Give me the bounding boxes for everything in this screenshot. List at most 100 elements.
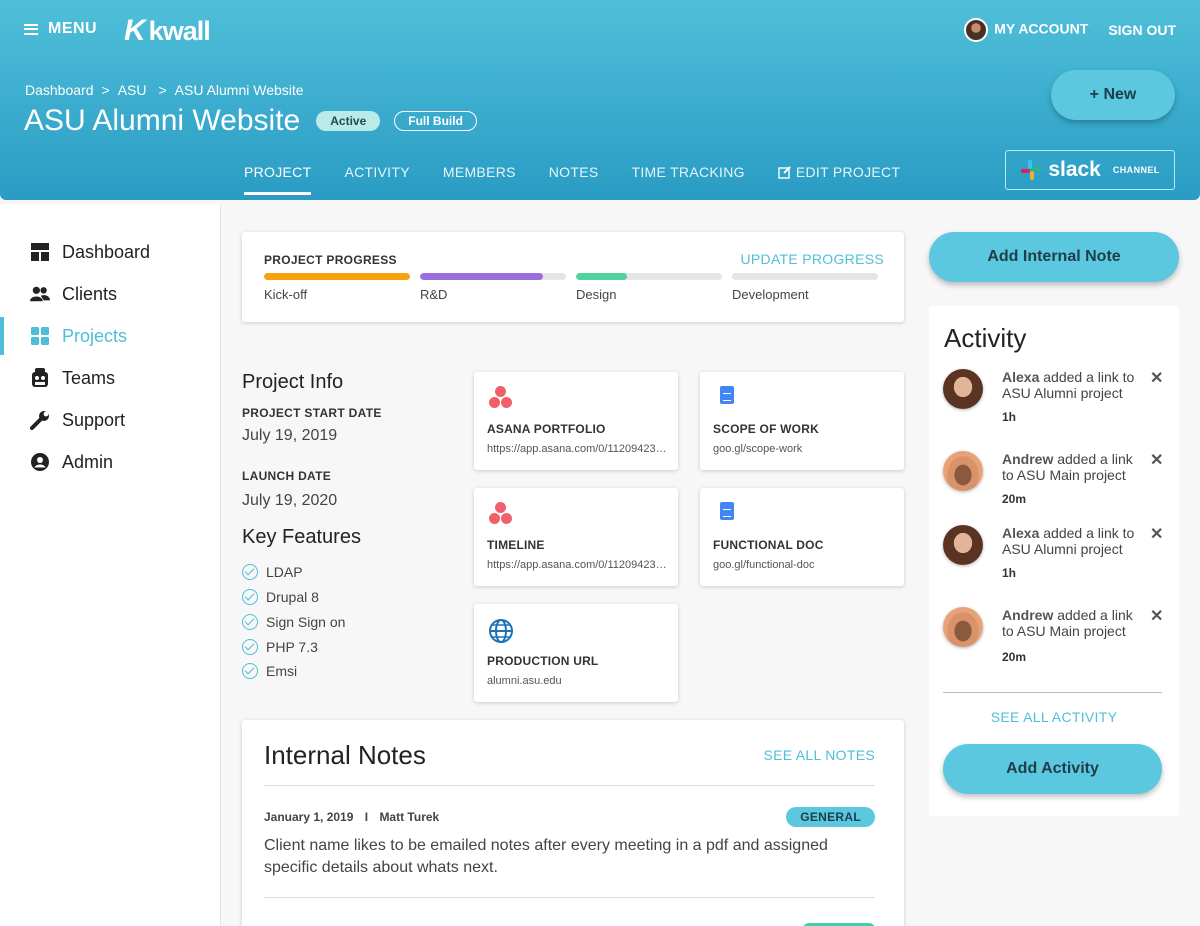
hamburger-icon — [24, 23, 38, 35]
kwall-logo[interactable]: K kwall — [124, 14, 211, 48]
progress-stage: R&D — [420, 273, 566, 302]
my-account-label: MY ACCOUNT — [994, 20, 1089, 37]
feature-label: Sign Sign on — [266, 614, 346, 630]
build-type-badge: Full Build — [394, 111, 477, 131]
account-area: MY ACCOUNT SIGN OUT — [964, 18, 1176, 42]
breadcrumb-separator: > — [101, 82, 110, 98]
account-avatar — [964, 18, 989, 42]
progress-stage: Kick-off — [264, 273, 410, 302]
tab-project[interactable]: PROJECT — [244, 164, 312, 195]
note-author: Matt Turek — [379, 810, 440, 824]
stage-label: Development — [732, 287, 809, 302]
menu-button[interactable]: MENU — [24, 20, 97, 38]
sidebar-item-dashboard[interactable]: Dashboard — [0, 233, 221, 271]
update-progress-link[interactable]: UPDATE PROGRESS — [741, 251, 885, 267]
progress-label: PROJECT PROGRESS — [264, 253, 397, 267]
link-title: TIMELINE — [487, 538, 545, 552]
slack-channel-label: CHANNEL — [1112, 165, 1160, 175]
link-url[interactable]: https://app.asana.com/0/1120942312 — [487, 443, 667, 455]
link-url[interactable]: goo.gl/functional-doc — [713, 559, 893, 571]
close-icon[interactable]: ✕ — [1150, 368, 1163, 388]
avatar[interactable] — [943, 607, 983, 647]
activity-user[interactable]: Andrew — [1002, 607, 1053, 623]
tab-members[interactable]: MEMBERS — [443, 164, 516, 195]
feature-item: PHP 7.3 — [242, 639, 318, 655]
my-account-link[interactable]: MY ACCOUNT — [964, 18, 1088, 42]
close-icon[interactable]: ✕ — [1150, 524, 1163, 544]
breadcrumb-asu[interactable]: ASU — [118, 82, 147, 98]
sign-out-link[interactable]: SIGN OUT — [1108, 22, 1176, 38]
stage-label: R&D — [420, 287, 448, 302]
start-date-value: July 19, 2019 — [242, 427, 338, 444]
add-internal-note-button[interactable]: Add Internal Note — [929, 232, 1179, 282]
breadcrumb-separator: > — [158, 82, 167, 98]
link-card-asana-portfolio[interactable]: ASANA PORTFOLIO https://app.asana.com/0/… — [474, 372, 678, 470]
activity-user[interactable]: Alexa — [1002, 369, 1039, 385]
sidebar-item-label: Clients — [62, 283, 118, 304]
link-url[interactable]: alumni.asu.edu — [487, 675, 667, 687]
tab-activity[interactable]: ACTIVITY — [344, 164, 409, 195]
see-all-activity-link[interactable]: SEE ALL ACTIVITY — [929, 709, 1179, 725]
activity-time: 1h — [1002, 566, 1017, 580]
slack-channel-button[interactable]: slack CHANNEL — [1005, 150, 1175, 190]
tab-time-tracking[interactable]: TIME TRACKING — [632, 164, 745, 195]
avatar[interactable] — [943, 369, 983, 409]
sidebar-item-projects[interactable]: Projects — [0, 317, 221, 355]
progress-track — [732, 273, 878, 280]
new-button[interactable]: + New — [1051, 70, 1175, 120]
feature-label: Emsi — [266, 663, 298, 679]
activity-title: Activity — [944, 323, 1027, 353]
sidebar-item-support[interactable]: Support — [0, 401, 221, 439]
link-url[interactable]: goo.gl/scope-work — [713, 443, 893, 455]
link-title: ASANA PORTFOLIO — [487, 422, 606, 436]
progress-track — [264, 273, 410, 280]
sidebar-item-clients[interactable]: Clients — [0, 275, 221, 313]
progress-fill — [576, 273, 628, 280]
link-card-timeline[interactable]: TIMELINE https://app.asana.com/0/1120942… — [474, 488, 678, 586]
progress-fill — [420, 273, 543, 280]
kwall-logo-mark: K — [124, 14, 146, 47]
activity-time: 20m — [1002, 650, 1027, 664]
sidebar: Dashboard Clients Projects Teams Support… — [0, 204, 221, 926]
dashboard-icon — [30, 242, 50, 262]
activity-user[interactable]: Alexa — [1002, 525, 1039, 541]
add-activity-button[interactable]: Add Activity — [943, 744, 1162, 794]
avatar[interactable] — [943, 451, 983, 491]
activity-user[interactable]: Andrew — [1002, 451, 1053, 467]
sidebar-item-label: Admin — [62, 451, 114, 472]
edit-icon — [778, 166, 791, 179]
tab-edit-project[interactable]: EDIT PROJECT — [778, 164, 900, 195]
progress-stage: Development — [732, 273, 878, 302]
activity-text: Alexa added a link to ASU Alumni project — [1002, 525, 1142, 557]
google-doc-icon — [714, 386, 740, 412]
close-icon[interactable]: ✕ — [1150, 606, 1163, 626]
activity-time: 20m — [1002, 492, 1027, 506]
see-all-notes-link[interactable]: SEE ALL NOTES — [763, 747, 875, 763]
progress-stage: Design — [576, 273, 722, 302]
sidebar-item-teams[interactable]: Teams — [0, 359, 221, 397]
page-title: ASU Alumni Website — [24, 104, 301, 137]
progress-track — [420, 273, 566, 280]
close-icon[interactable]: ✕ — [1150, 450, 1163, 470]
sidebar-item-admin[interactable]: Admin — [0, 443, 221, 481]
feature-item: Emsi — [242, 663, 297, 679]
link-card-scope-of-work[interactable]: SCOPE OF WORK goo.gl/scope-work — [700, 372, 904, 470]
link-card-functional-doc[interactable]: FUNCTIONAL DOC goo.gl/functional-doc — [700, 488, 904, 586]
tab-notes[interactable]: NOTES — [549, 164, 599, 195]
breadcrumb-dashboard[interactable]: Dashboard — [25, 82, 94, 98]
check-circle-icon — [242, 564, 258, 580]
sidebar-item-label: Dashboard — [62, 241, 151, 262]
link-title: FUNCTIONAL DOC — [713, 538, 824, 552]
stage-label: Design — [576, 287, 617, 302]
breadcrumb-current: ASU Alumni Website — [174, 82, 304, 98]
link-card-production-url[interactable]: PRODUCTION URL alumni.asu.edu — [474, 604, 678, 702]
project-info-heading: Project Info — [242, 371, 344, 393]
link-title: PRODUCTION URL — [487, 654, 599, 668]
note-date: January 1, 2019 — [264, 810, 354, 824]
avatar[interactable] — [943, 525, 983, 565]
launch-date-label: LAUNCH DATE — [242, 469, 332, 483]
internal-notes-card: Internal Notes SEE ALL NOTES January 1, … — [242, 720, 904, 926]
edit-project-label: EDIT PROJECT — [795, 164, 901, 180]
feature-item: LDAP — [242, 564, 303, 580]
link-url[interactable]: https://app.asana.com/0/1120942312 — [487, 559, 667, 571]
